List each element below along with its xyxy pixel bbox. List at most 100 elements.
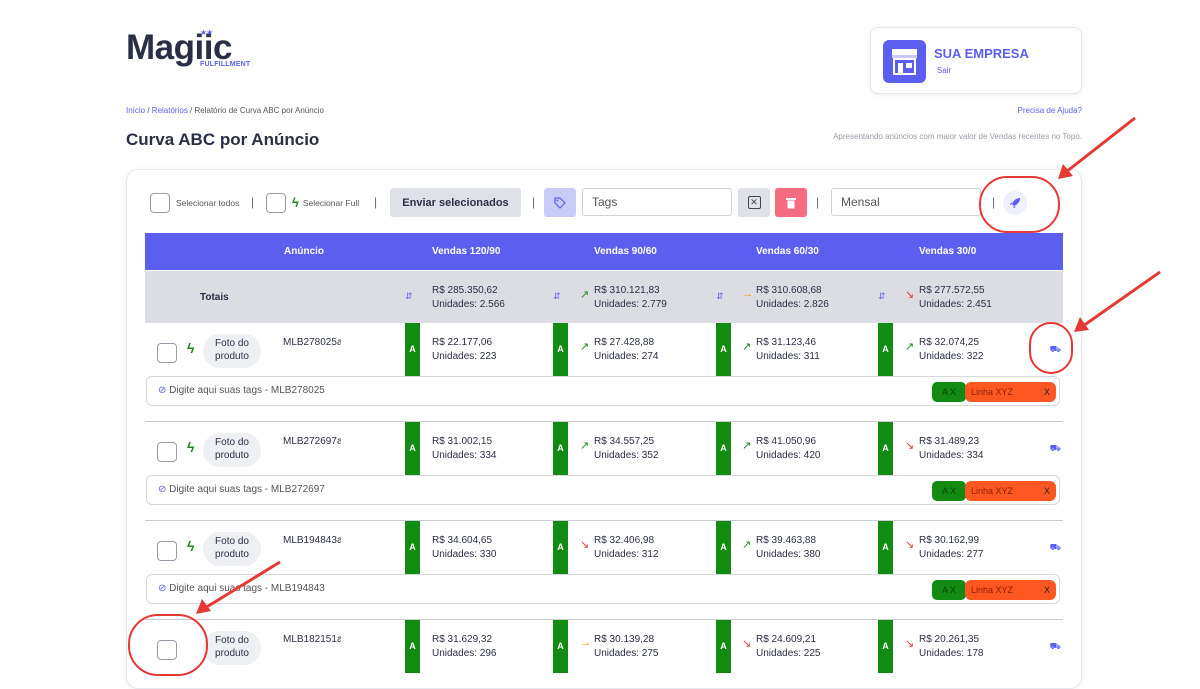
logout-link[interactable]: Sair xyxy=(937,66,951,75)
sales-value: R$ 32.074,25 xyxy=(919,337,980,348)
tag-icon: ⊘ xyxy=(158,484,170,495)
tag-chip-line-label: Linha XYZ xyxy=(971,387,1014,397)
sales-value: R$ 20.261,35 xyxy=(919,634,980,645)
tags-mlb: MLB278025 xyxy=(270,385,325,396)
row-checkbox[interactable] xyxy=(157,442,177,462)
truck-icon[interactable]: ⛟ xyxy=(1050,641,1061,653)
select-full-checkbox[interactable] xyxy=(266,192,286,213)
abc-class-badge: A xyxy=(553,323,568,376)
tags-mlb: MLB194843 xyxy=(270,583,325,594)
tags-mlb: MLB272697 xyxy=(270,484,325,495)
tag-remove-icon[interactable]: X xyxy=(1044,580,1050,600)
sales-units: Unidades: 296 xyxy=(432,648,497,659)
header-vendas-120-90[interactable]: Vendas 120/90 xyxy=(432,246,500,257)
toolbar-separator: | xyxy=(251,195,255,209)
abc-class-badge: A xyxy=(878,323,893,376)
sort-icon[interactable]: ⇵ xyxy=(405,291,413,302)
trend-icon: ↘ xyxy=(905,638,915,650)
product-photo: Foto do produto xyxy=(203,631,261,665)
store-icon xyxy=(883,40,926,83)
row-checkbox[interactable] xyxy=(157,541,177,561)
tags-input[interactable]: ⊘ Digite aqui suas tags - MLB272697 xyxy=(158,484,358,495)
sales-units: Unidades: 380 xyxy=(756,549,821,560)
sales-cell: R$ 27.428,88 Unidades: 274 xyxy=(594,336,659,364)
tags-input-row[interactable]: ⊘ Digite aqui suas tags - MLB278025 A X Li… xyxy=(146,376,1060,406)
listing-id[interactable]: MLB194843active xyxy=(283,534,341,548)
product-photo: Foto do produto xyxy=(203,334,261,368)
breadcrumb-home[interactable]: Início xyxy=(126,106,145,115)
header-anuncio[interactable]: Anúncio xyxy=(284,246,324,257)
product-photo: Foto do produto xyxy=(203,532,261,566)
trend-icon: ↗ xyxy=(580,341,590,353)
totals-cell: R$ 277.572,55 Unidades: 2.451 xyxy=(919,284,992,312)
listing-id[interactable]: MLB278025active xyxy=(283,336,341,350)
tags-prefix: Digite aqui suas tags - xyxy=(169,583,271,594)
sales-cell: R$ 39.463,88 Unidades: 380 xyxy=(756,534,821,562)
truck-icon[interactable]: ⛟ xyxy=(1050,542,1061,554)
sales-value: R$ 30.139,28 xyxy=(594,634,655,645)
breadcrumb-current: Relatório de Curva ABC por Anúncio xyxy=(194,106,324,115)
header-vendas-60-30[interactable]: Vendas 60/30 xyxy=(756,246,819,257)
abc-class-badge: A xyxy=(878,521,893,574)
sort-icon[interactable]: ⇵ xyxy=(878,291,886,302)
trend-icon: → xyxy=(742,288,753,300)
listing-id[interactable]: MLB272697active xyxy=(283,435,341,449)
trend-icon: ↗ xyxy=(742,440,752,452)
trash-button[interactable] xyxy=(775,188,807,217)
tag-chip-a[interactable]: A X xyxy=(932,580,966,600)
period-select[interactable]: Mensal xyxy=(831,188,981,216)
table-row: ϟ Foto do produto MLB194843active A R$ 34.60… xyxy=(145,521,1063,576)
totals-value: R$ 310.608,68 xyxy=(756,285,822,296)
sales-cell: R$ 20.261,35 Unidades: 178 xyxy=(919,633,984,661)
logo-wordmark: Magiic xyxy=(126,28,232,67)
tag-chip-a[interactable]: A X xyxy=(932,382,966,402)
sort-icon[interactable]: ⇵ xyxy=(553,291,561,302)
page-subtitle: Apresentando anúncios com maior valor de… xyxy=(833,132,1082,141)
totals-value: R$ 310.121,83 xyxy=(594,285,660,296)
send-selected-button[interactable]: Enviar selecionados xyxy=(390,188,521,217)
tag-chip-line-label: Linha XYZ xyxy=(971,486,1014,496)
clear-tags-button[interactable]: ✕ xyxy=(738,188,770,217)
tags-input[interactable]: ⊘ Digite aqui suas tags - MLB194843 xyxy=(158,583,358,594)
tags-input[interactable]: ⊘ Digite aqui suas tags - MLB278025 xyxy=(158,385,358,396)
header-vendas-90-60[interactable]: Vendas 90/60 xyxy=(594,246,657,257)
totals-value: R$ 285.350,62 xyxy=(432,285,498,296)
totals-units: Unidades: 2.566 xyxy=(432,299,505,310)
listing-status: active xyxy=(336,535,341,546)
listing-mlb: MLB278025 xyxy=(283,337,337,348)
breadcrumb-reports[interactable]: Relatórios xyxy=(152,106,188,115)
tag-remove-icon[interactable]: X xyxy=(1044,382,1050,402)
bolt-icon: ϟ xyxy=(187,538,195,554)
trend-icon: ↗ xyxy=(905,341,915,353)
tags-input[interactable]: Tags xyxy=(582,188,732,216)
breadcrumb: Início / Relatórios / Relatório de Curva… xyxy=(126,106,324,115)
sales-value: R$ 30.162,99 xyxy=(919,535,980,546)
select-all-checkbox[interactable] xyxy=(150,192,170,213)
trend-icon: ↗ xyxy=(742,539,752,551)
sales-cell: R$ 31.629,32 Unidades: 296 xyxy=(432,633,497,661)
sales-units: Unidades: 352 xyxy=(594,450,659,461)
totals-cell: R$ 310.121,83 Unidades: 2.779 xyxy=(594,284,667,312)
tags-input-row[interactable]: ⊘ Digite aqui suas tags - MLB194843 A X Li… xyxy=(146,574,1060,604)
tag-chip-line[interactable]: Linha XYZ X xyxy=(965,382,1056,402)
abc-class-badge: A xyxy=(553,620,568,673)
tag-icon[interactable] xyxy=(544,188,576,217)
tag-chip-a[interactable]: A X xyxy=(932,481,966,501)
sales-cell: R$ 22.177,06 Unidades: 223 xyxy=(432,336,497,364)
trend-icon: ↘ xyxy=(580,539,590,551)
sort-icon[interactable]: ⇵ xyxy=(716,291,724,302)
tag-chip-line[interactable]: Linha XYZ X xyxy=(965,580,1056,600)
table-row: Foto do produto MLB182151active A R$ 31.629… xyxy=(145,620,1063,675)
help-link[interactable]: Precisa de Ajuda? xyxy=(1018,106,1083,115)
tag-remove-icon[interactable]: X xyxy=(1044,481,1050,501)
row-checkbox[interactable] xyxy=(157,343,177,363)
tags-input-row[interactable]: ⊘ Digite aqui suas tags - MLB272697 A X Li… xyxy=(146,475,1060,505)
tag-chip-line[interactable]: Linha XYZ X xyxy=(965,481,1056,501)
trend-icon: ↗ xyxy=(742,341,752,353)
abc-class-badge: A xyxy=(716,620,731,673)
header-vendas-30-0[interactable]: Vendas 30/0 xyxy=(919,246,976,257)
table-row: ϟ Foto do produto MLB278025active A R$ 22.17… xyxy=(145,323,1063,378)
page-title: Curva ABC por Anúncio xyxy=(126,130,320,149)
listing-id[interactable]: MLB182151active xyxy=(283,633,341,647)
truck-icon[interactable]: ⛟ xyxy=(1050,443,1061,455)
